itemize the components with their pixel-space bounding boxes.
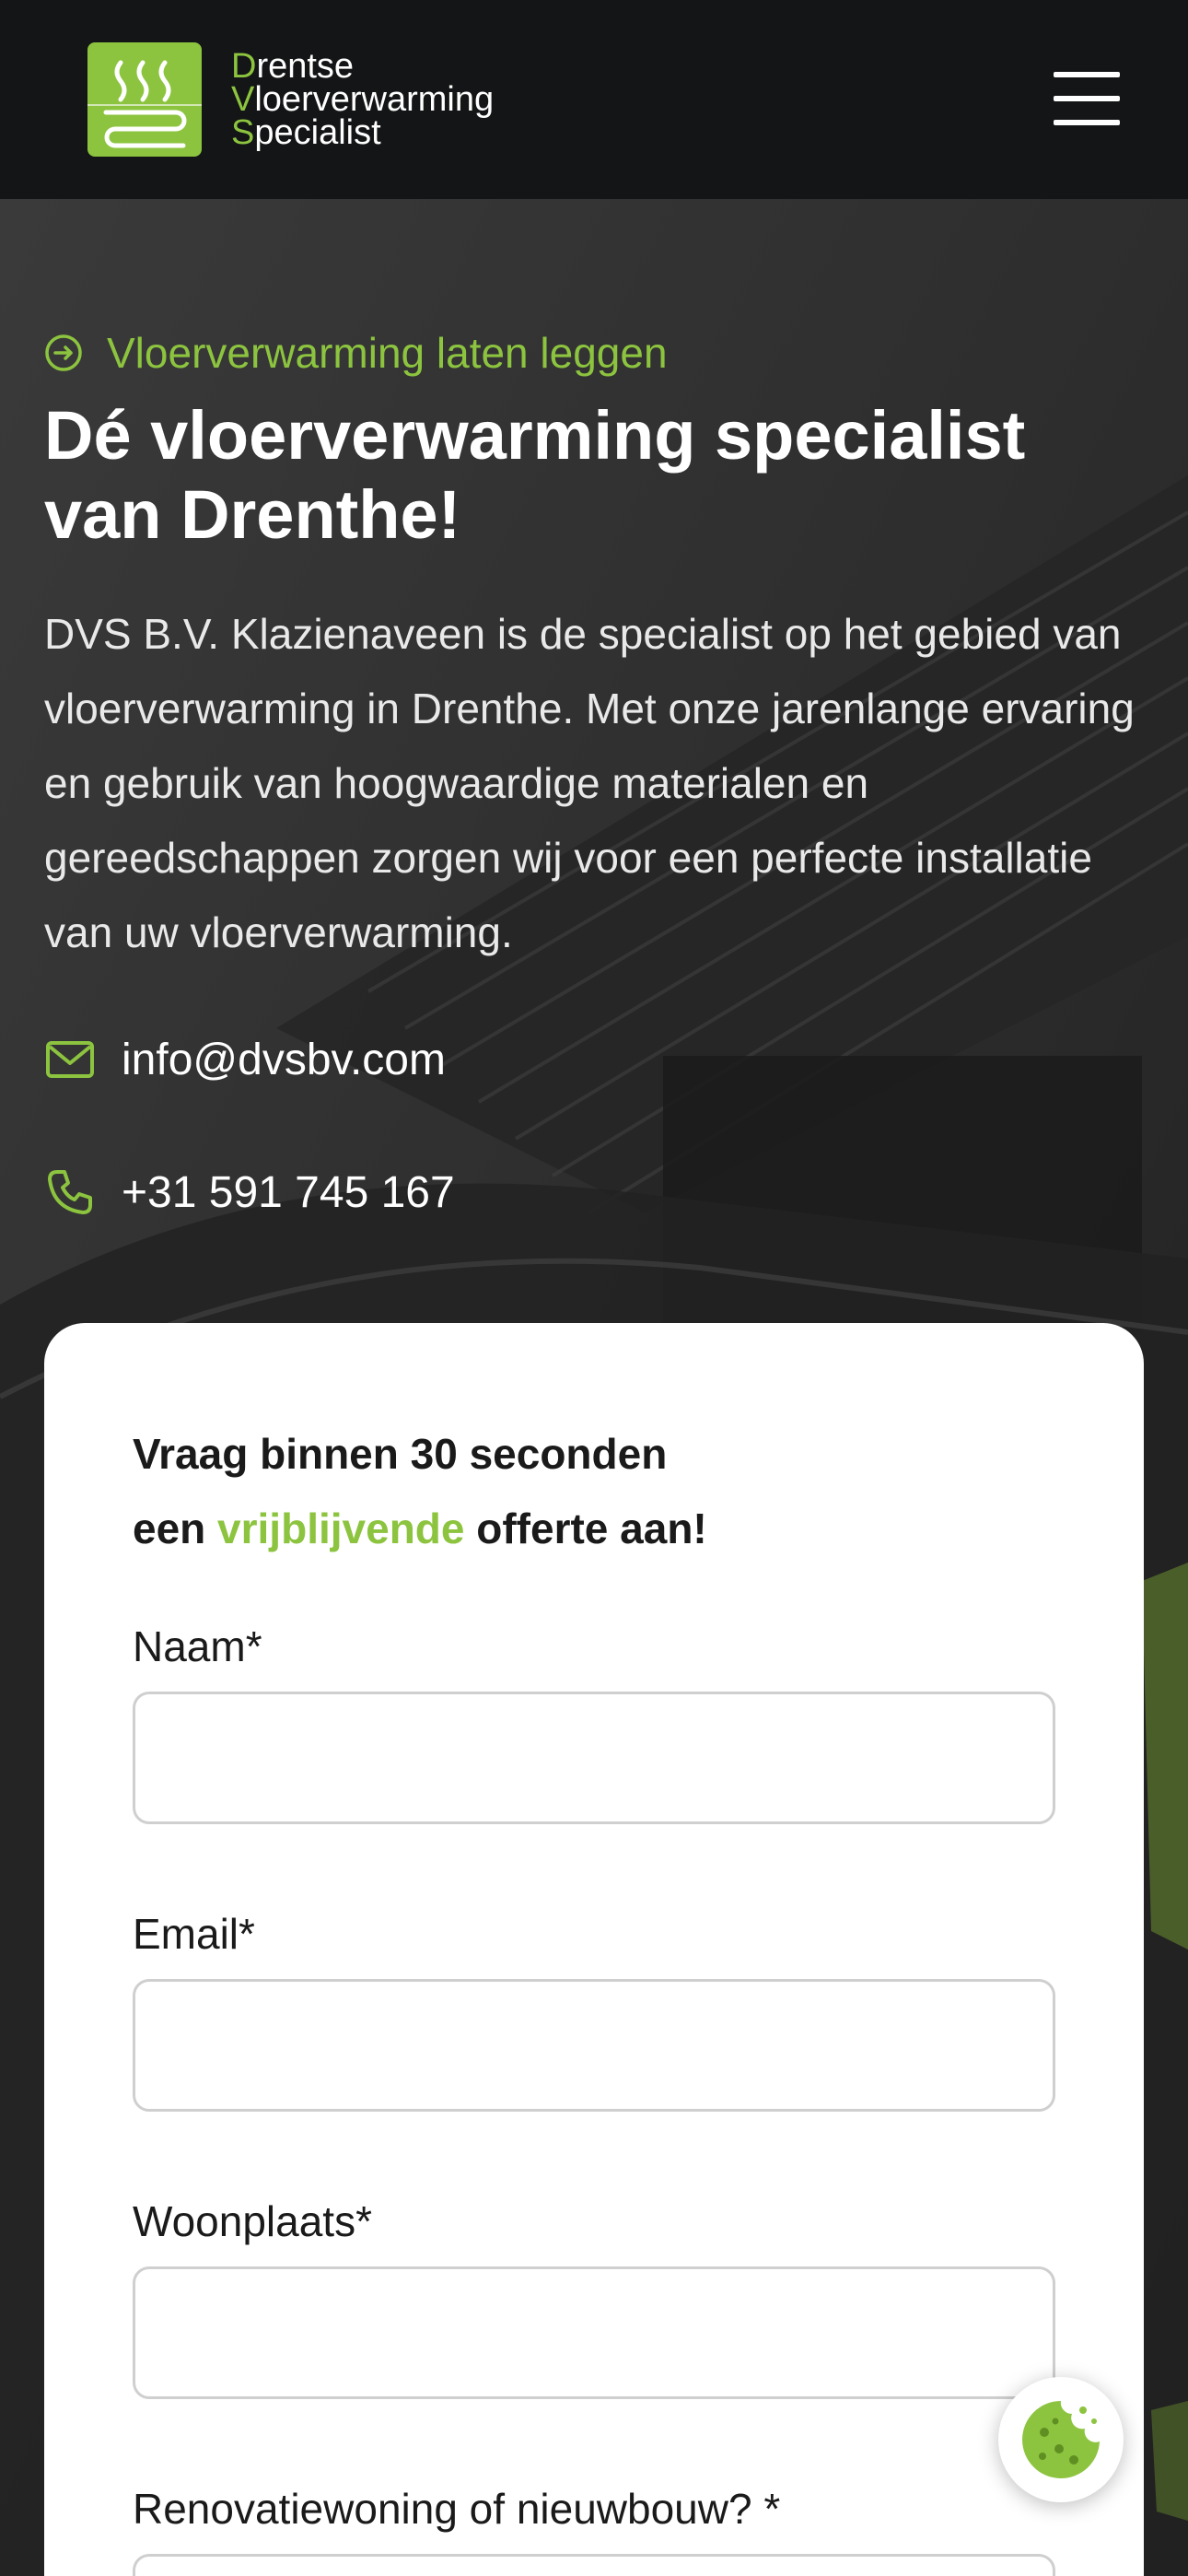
hero-description: DVS B.V. Klazienaveen is de specialist o… [44, 610, 1135, 956]
email-address: info@dvsbv.com [122, 1035, 446, 1084]
mail-icon [46, 1041, 94, 1078]
site-logo[interactable]: Drentse Vloerverwarming Specialist [87, 42, 494, 157]
hamburger-menu-icon[interactable] [1054, 72, 1120, 125]
form-title: Vraag binnen 30 seconden een vrijblijven… [133, 1417, 1055, 1566]
hero-title: Dé vloerverwarming specialist van Drenth… [44, 397, 1026, 553]
form-title-line-2-after: offerte aan! [464, 1505, 707, 1552]
logo-line-3: Specialist [231, 113, 381, 152]
logo-line-2: Vloerverwarming [231, 80, 495, 119]
city-label: Woonplaats* [133, 2197, 372, 2245]
menu-bar [1054, 72, 1120, 77]
form-title-line-1: Vraag binnen 30 seconden [133, 1430, 668, 1478]
quote-form-card: Vraag binnen 30 seconden een vrijblijven… [44, 1323, 1144, 2576]
form-title-line-2-before: een [133, 1505, 218, 1552]
hero-eyebrow: Vloerverwarming laten leggen [44, 328, 668, 378]
name-label: Naam* [133, 1622, 262, 1670]
cookie-icon [1022, 2401, 1100, 2478]
menu-bar [1054, 96, 1120, 101]
logo-wordmark: Drentse Vloerverwarming Specialist [231, 47, 495, 152]
phone-link[interactable]: +31 591 745 167 [44, 1166, 455, 1218]
hero-section: Vloerverwarming laten leggen Dé vloerver… [0, 199, 1188, 2576]
city-field[interactable] [133, 2266, 1055, 2399]
hero-eyebrow-text: Vloerverwarming laten leggen [107, 329, 668, 377]
arrow-circle-right-icon [45, 334, 82, 371]
email-link[interactable]: info@dvsbv.com [44, 1034, 446, 1085]
floor-heating-logo-icon [87, 42, 202, 157]
property-type-field[interactable] [133, 2554, 1055, 2576]
site-header: Drentse Vloerverwarming Specialist [0, 0, 1188, 199]
phone-icon [48, 1170, 92, 1214]
cookie-settings-button[interactable] [998, 2377, 1124, 2502]
email-label: Email* [133, 1910, 255, 1958]
email-field[interactable] [133, 1979, 1055, 2112]
logo-line-1: Drentse [231, 47, 355, 86]
menu-bar [1054, 120, 1120, 125]
page: Drentse Vloerverwarming Specialist Vloer… [0, 0, 1188, 2576]
phone-number: +31 591 745 167 [122, 1167, 455, 1217]
form-title-accent: vrijblijvende [217, 1505, 465, 1552]
name-field[interactable] [133, 1692, 1055, 1824]
property-type-label: Renovatiewoning of nieuwbouw? * [133, 2485, 781, 2533]
